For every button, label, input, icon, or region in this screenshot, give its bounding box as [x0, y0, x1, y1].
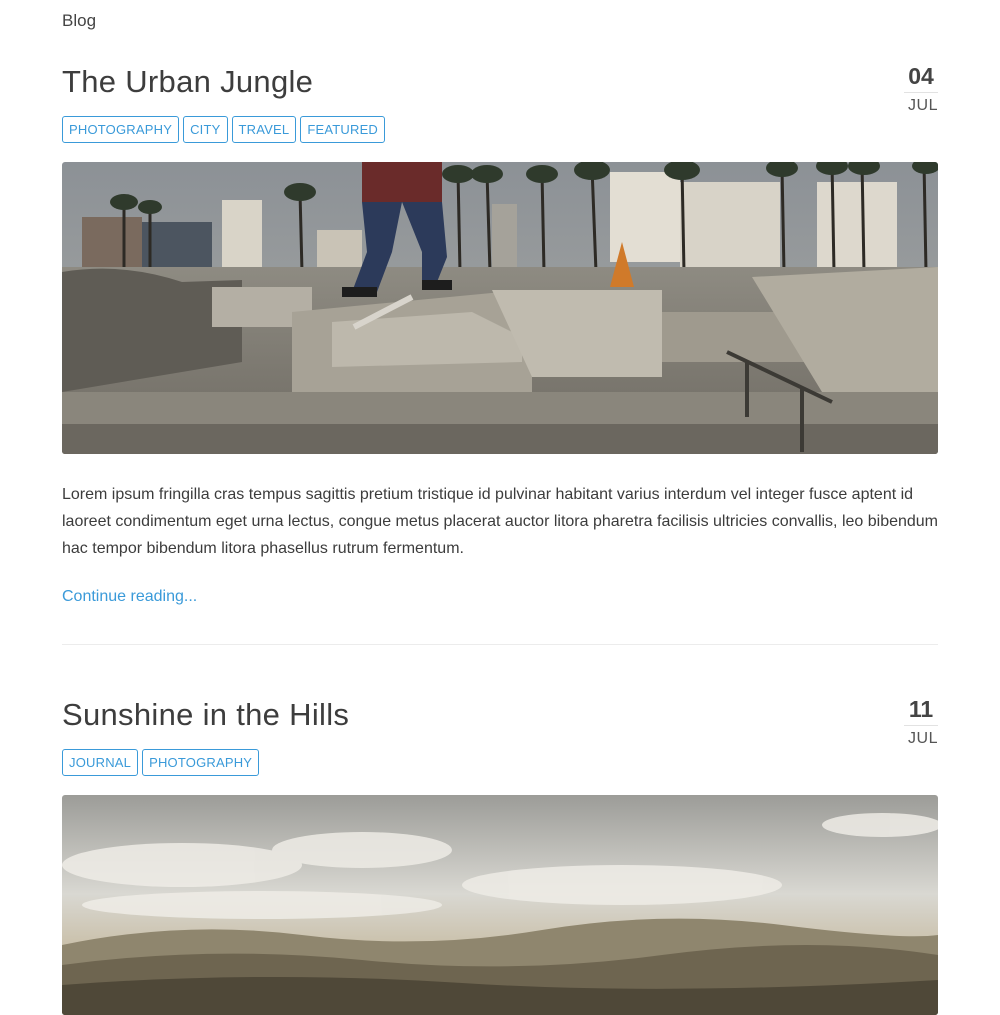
post-hero-image[interactable] [62, 162, 938, 454]
tag-photography[interactable]: PHOTOGRAPHY [62, 116, 180, 143]
post-title[interactable]: Sunshine in the Hills [62, 693, 938, 737]
date-month: JUL [908, 97, 938, 114]
tag-list: JOURNAL PHOTOGRAPHY [62, 749, 938, 776]
tag-featured[interactable]: FEATURED [300, 116, 386, 143]
tag-list: PHOTOGRAPHY CITY TRAVEL FEATURED [62, 116, 938, 143]
tag-journal[interactable]: JOURNAL [62, 749, 139, 776]
blog-post: Sunshine in the Hills 11 JUL JOURNAL PHO… [62, 693, 938, 1015]
post-excerpt: Lorem ipsum fringilla cras tempus sagitt… [62, 486, 939, 557]
post-date: 04 JUL [878, 60, 938, 117]
tag-travel[interactable]: TRAVEL [231, 116, 297, 143]
date-day: 11 [904, 693, 938, 726]
date-day: 04 [904, 60, 938, 93]
post-hero-image[interactable] [62, 795, 938, 1015]
tag-photography[interactable]: PHOTOGRAPHY [142, 749, 260, 776]
post-date: 11 JUL [878, 693, 938, 750]
date-month: JUL [908, 730, 938, 747]
post-title[interactable]: The Urban Jungle [62, 60, 938, 104]
breadcrumb[interactable]: Blog [62, 11, 96, 31]
continue-reading-link[interactable]: Continue reading... [62, 588, 197, 606]
post-divider [62, 644, 938, 645]
blog-post: The Urban Jungle 04 JUL PHOTOGRAPHY CITY… [62, 60, 938, 606]
tag-city[interactable]: CITY [183, 116, 228, 143]
